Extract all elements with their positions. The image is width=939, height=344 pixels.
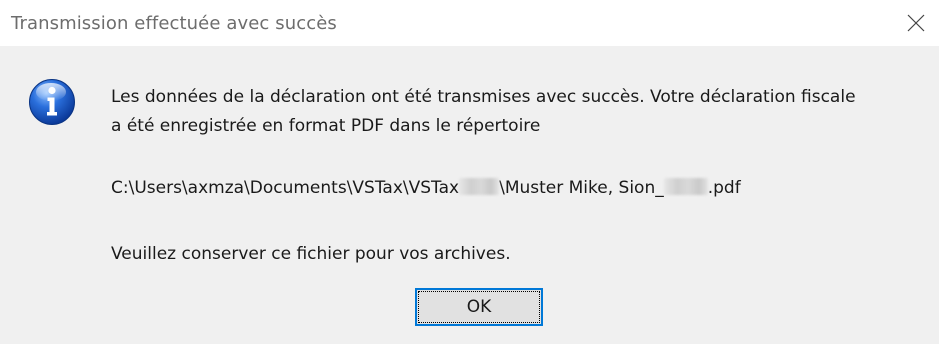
ok-button-label: OK xyxy=(466,297,492,317)
message-line-1: Les données de la déclaration ont été tr… xyxy=(111,87,856,107)
file-path: C:\Users\axmza\Documents\VSTax\VSTax \Mus… xyxy=(111,174,741,203)
archive-notice: Veuillez conserver ce fichier pour vos a… xyxy=(111,244,511,264)
close-button[interactable] xyxy=(893,0,939,46)
dialog-message: Les données de la déclaration ont été tr… xyxy=(111,83,937,141)
title-bar[interactable]: Transmission effectuée avec succès xyxy=(0,0,939,46)
message-line-2: a été enregistrée en format PDF dans le … xyxy=(111,116,541,136)
info-icon xyxy=(29,79,75,125)
redacted-blur xyxy=(663,178,708,195)
file-path-part-1: C:\Users\axmza\Documents\VSTax\VSTax xyxy=(111,178,460,198)
file-path-part-3: .pdf xyxy=(707,178,741,198)
ok-button[interactable]: OK xyxy=(415,288,543,326)
dialog-title: Transmission effectuée avec succès xyxy=(11,13,337,34)
file-path-part-2: \Muster Mike, Sion_ xyxy=(499,178,664,198)
message-dialog: Transmission effectuée avec succès Les d… xyxy=(0,0,939,344)
redacted-blur xyxy=(459,178,500,195)
close-icon xyxy=(907,14,925,32)
